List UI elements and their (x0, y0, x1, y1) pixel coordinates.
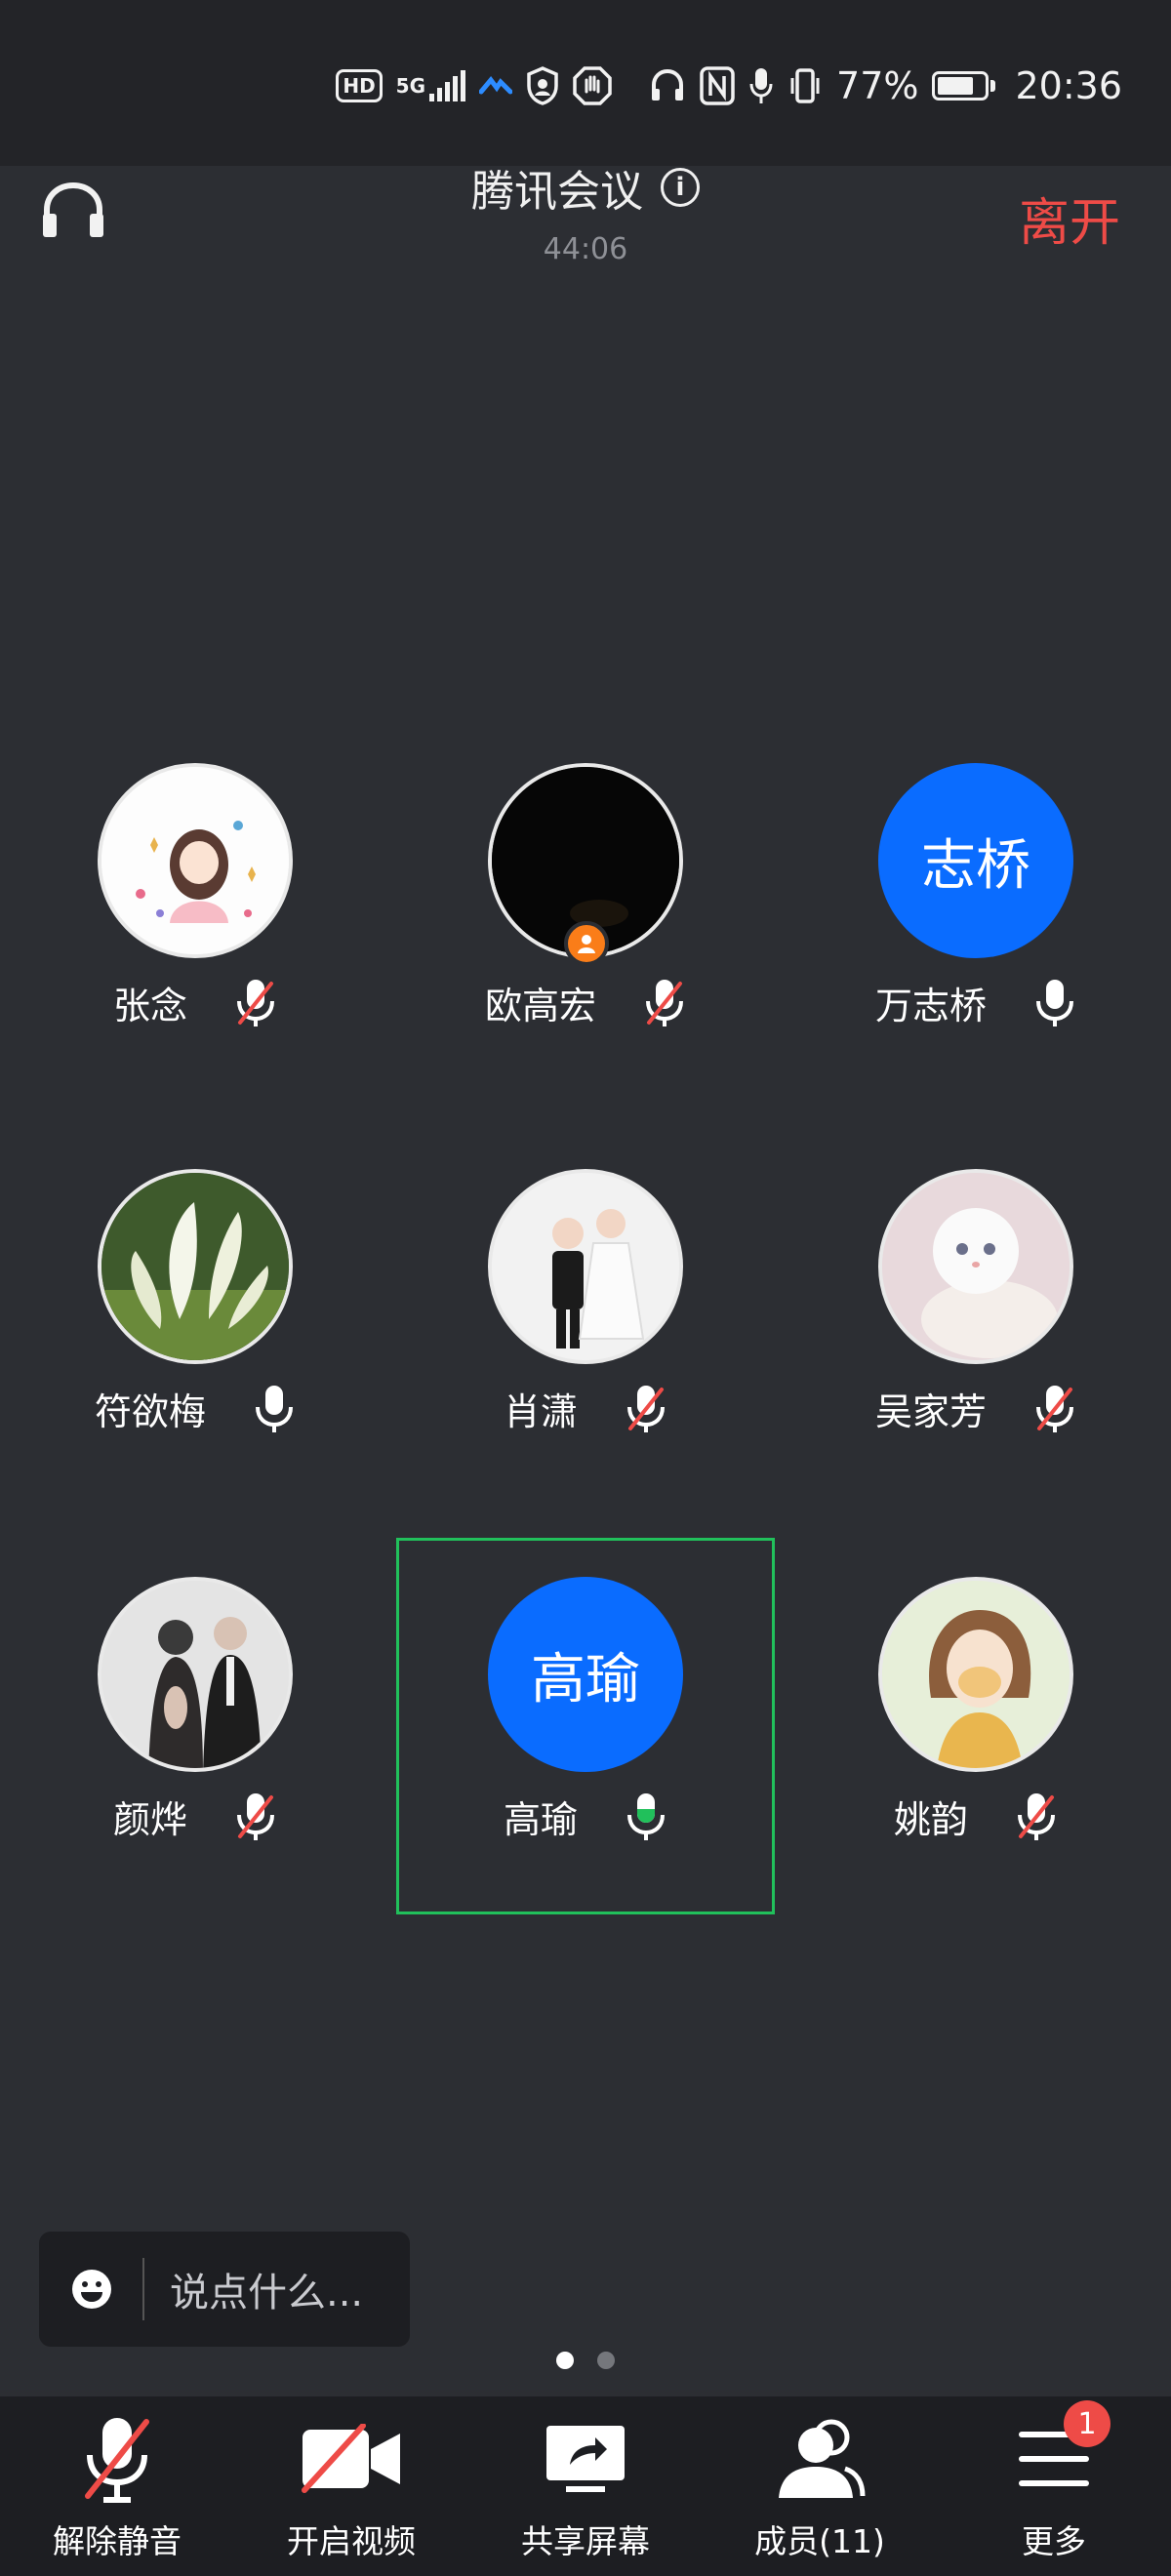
mic-muted-icon (234, 978, 277, 1028)
leave-button[interactable]: 离开 (1019, 181, 1120, 255)
share-screen-icon (527, 2410, 644, 2508)
emoji-icon[interactable] (70, 2268, 113, 2311)
network-indicator: 5G (396, 70, 466, 101)
members-label: 成员(11) (754, 2522, 885, 2560)
start-video-button[interactable]: 开启视频 (234, 2396, 468, 2576)
avatar (98, 763, 293, 958)
mic-muted-icon (234, 1791, 277, 1842)
participant-tile[interactable]: 肖潇 (390, 1169, 781, 1550)
bottom-toolbar: 解除静音 开启视频 共享屏幕 成员(11) 1 更多 (0, 2396, 1171, 2576)
clock: 20:36 (1015, 64, 1122, 107)
info-icon[interactable]: i (661, 168, 700, 207)
page-dot-active[interactable] (556, 2352, 574, 2369)
avatar (878, 1577, 1073, 1772)
meeting-timer: 44:06 (543, 232, 628, 266)
status-bar: HD 5G 77% 20:36 腾讯会议 i 44:06 离开 (0, 0, 1171, 266)
avatar (878, 1169, 1073, 1364)
participant-name: 吴家芳 (874, 1390, 987, 1433)
hd-indicator: HD (336, 69, 383, 102)
meeting-header: 腾讯会议 i 44:06 (0, 156, 1171, 266)
participant-name: 肖潇 (503, 1390, 578, 1433)
page-indicator (0, 2352, 1171, 2369)
headphones-status-icon (652, 68, 684, 101)
participant-tile[interactable]: 颜烨 (0, 1577, 390, 1957)
participant-name: 颜烨 (112, 1798, 187, 1841)
video-off-icon (293, 2410, 410, 2508)
page-dot[interactable] (597, 2352, 615, 2369)
share-screen-label: 共享屏幕 (521, 2522, 650, 2560)
host-badge-icon (564, 921, 609, 966)
members-icon (761, 2410, 878, 2508)
unmute-button[interactable]: 解除静音 (0, 2396, 234, 2576)
mic-off-icon (59, 2410, 176, 2508)
participant-name: 姚韵 (893, 1798, 968, 1841)
participant-name: 万志桥 (874, 985, 987, 1027)
mic-icon (1033, 978, 1076, 1028)
avatar (98, 1577, 293, 1772)
mic-status-icon (749, 68, 773, 103)
avatar (488, 1169, 683, 1364)
participant-tile[interactable]: 欧高宏 (390, 763, 781, 1144)
participant-tile[interactable]: 志桥 万志桥 (781, 763, 1171, 1144)
chat-divider (142, 2258, 144, 2320)
mic-muted-icon (1033, 1384, 1076, 1434)
start-video-label: 开启视频 (287, 2522, 416, 2560)
participant-name: 符欲梅 (94, 1390, 206, 1433)
participant-tile[interactable]: 张念 (0, 763, 390, 1144)
status-icons: HD 5G 77% 20:36 (336, 60, 1122, 111)
meeting-app-icon (479, 75, 513, 95)
participant-tile[interactable]: 符欲梅 (0, 1169, 390, 1550)
participant-name: 高瑜 (503, 1798, 578, 1841)
hand-stop-icon (573, 66, 612, 105)
participant-tile[interactable]: 姚韵 (781, 1577, 1171, 1957)
notification-badge: 1 (1064, 2400, 1110, 2447)
participant-name: 欧高宏 (484, 985, 596, 1027)
more-button[interactable]: 1 更多 (937, 2396, 1171, 2576)
mic-muted-icon (643, 978, 686, 1028)
signal-icon (429, 70, 466, 101)
participant-tile-active[interactable]: 高瑜 高瑜 (390, 1577, 781, 1957)
participant-tile[interactable]: 吴家芳 (781, 1169, 1171, 1550)
chat-input[interactable]: 说点什么... (39, 2232, 410, 2347)
mic-muted-icon (1015, 1791, 1058, 1842)
share-screen-button[interactable]: 共享屏幕 (468, 2396, 703, 2576)
more-label: 更多 (1022, 2522, 1086, 2560)
battery-percent: 77% (836, 64, 919, 107)
avatar-initials: 志桥 (878, 763, 1073, 958)
participant-name: 张念 (112, 985, 187, 1027)
avatar (98, 1169, 293, 1364)
nfc-icon (700, 66, 735, 105)
shield-icon (527, 66, 558, 105)
avatar-initials: 高瑜 (488, 1577, 683, 1772)
battery-icon (932, 71, 996, 101)
chat-placeholder: 说点什么... (170, 2271, 364, 2315)
mic-muted-icon (625, 1384, 667, 1434)
vibrate-icon (790, 68, 820, 103)
unmute-label: 解除静音 (53, 2522, 182, 2560)
mic-speaking-icon (625, 1791, 667, 1842)
members-button[interactable]: 成员(11) (703, 2396, 937, 2576)
meeting-title: 腾讯会议 (471, 167, 643, 217)
mic-icon (253, 1384, 296, 1434)
